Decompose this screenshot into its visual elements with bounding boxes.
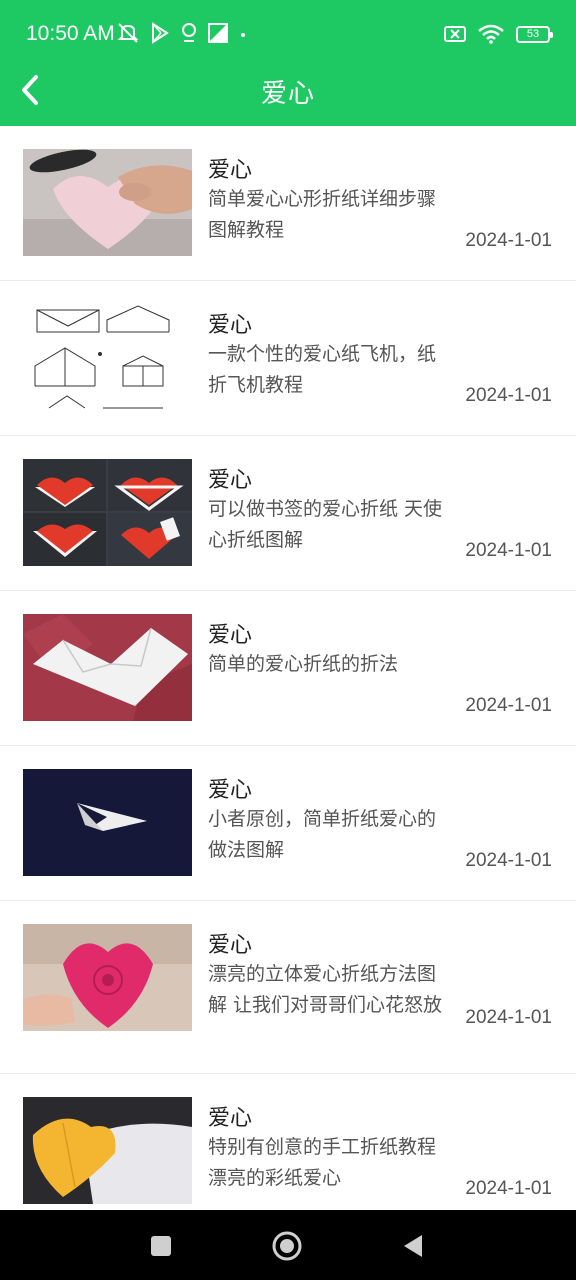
play-store-icon [152, 22, 169, 44]
sim-off-icon [444, 26, 466, 42]
item-title: 爱心 [208, 1106, 253, 1131]
page-title: 爱心 [260, 79, 315, 109]
home-circle-icon [272, 1231, 302, 1261]
item-title: 爱心 [208, 468, 253, 493]
thumbnail-image [23, 149, 192, 256]
item-title: 爱心 [208, 158, 253, 183]
item-date: 2024-1-01 [465, 695, 552, 716]
item-description: 特别有创意的手工折纸教程 漂亮的彩纸爱心 [208, 1136, 437, 1189]
item-description: 简单爱心心形折纸详细步骤图解教程 [208, 188, 437, 241]
item-title: 爱心 [208, 933, 253, 958]
item-date: 2024-1-01 [465, 850, 552, 871]
list-item[interactable]: 爱心 简单爱心心形折纸详细步骤图解教程 2024-1-01 [0, 126, 576, 281]
wifi-icon [478, 24, 504, 44]
thumbnail-image [23, 924, 192, 1031]
item-date: 2024-1-01 [465, 230, 552, 251]
thumbnail-image [23, 1097, 192, 1204]
article-list: 爱心 简单爱心心形折纸详细步骤图解教程 2024-1-01 爱心 一款个性的爱心… [0, 126, 576, 1210]
list-item[interactable]: 爱心 简单的爱心折纸的折法 2024-1-01 [0, 591, 576, 746]
item-description: 简单的爱心折纸的折法 [208, 653, 399, 675]
recents-button[interactable] [141, 1226, 181, 1266]
item-description: 漂亮的立体爱心折纸方法图解 让我们对哥哥们心花怒放 [208, 963, 443, 1016]
list-item[interactable]: 爱心 小者原创，简单折纸爱心的做法图解 2024-1-01 [0, 746, 576, 901]
item-date: 2024-1-01 [465, 1007, 552, 1028]
nav-back-button[interactable] [393, 1226, 433, 1266]
battery-icon: 53 [516, 25, 553, 43]
mute-icon [117, 23, 139, 43]
status-icons-right: 53 [444, 24, 553, 44]
item-date: 2024-1-01 [465, 1178, 552, 1199]
app-header: 10:50 AM 53 爱心 [0, 0, 576, 126]
item-title: 爱心 [208, 623, 253, 648]
dot-icon [241, 33, 245, 37]
recents-square-icon [151, 1236, 171, 1256]
item-description: 一款个性的爱心纸飞机，纸折飞机教程 [208, 343, 437, 396]
item-date: 2024-1-01 [465, 540, 552, 561]
home-button[interactable] [267, 1226, 307, 1266]
system-navigation-bar [0, 1210, 576, 1280]
back-triangle-icon [404, 1235, 422, 1257]
status-icons-left [116, 22, 248, 44]
item-title: 爱心 [208, 313, 253, 338]
list-item[interactable]: 爱心 特别有创意的手工折纸教程 漂亮的彩纸爱心 2024-1-01 [0, 1074, 576, 1210]
thumbnail-image [23, 459, 192, 566]
item-date: 2024-1-01 [465, 385, 552, 406]
thumbnail-image [23, 304, 192, 411]
gallery-icon [208, 23, 228, 43]
status-time: 10:50 AM [26, 22, 115, 45]
title-bar: 爱心 [0, 56, 576, 126]
list-item[interactable]: 爱心 一款个性的爱心纸飞机，纸折飞机教程 2024-1-01 [0, 281, 576, 436]
item-description: 可以做书签的爱心折纸 天使心折纸图解 [208, 498, 443, 551]
list-item[interactable]: 爱心 可以做书签的爱心折纸 天使心折纸图解 2024-1-01 [0, 436, 576, 591]
list-item[interactable]: 爱心 漂亮的立体爱心折纸方法图解 让我们对哥哥们心花怒放 2024-1-01 [0, 901, 576, 1074]
item-description: 小者原创，简单折纸爱心的做法图解 [208, 808, 437, 861]
thumbnail-image [23, 614, 192, 721]
location-icon [182, 23, 196, 42]
thumbnail-image [23, 769, 192, 876]
item-title: 爱心 [208, 778, 253, 803]
